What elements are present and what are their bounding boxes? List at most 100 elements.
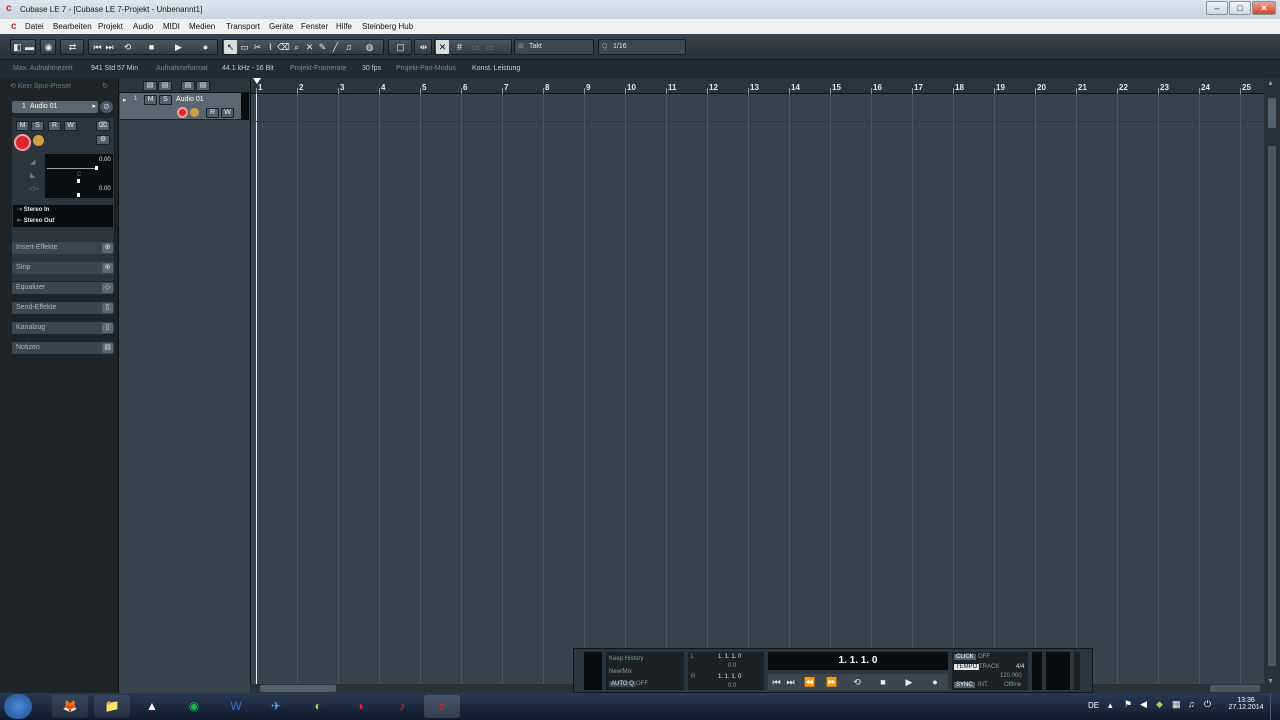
start-button[interactable] [4, 694, 32, 719]
range-select-tool-icon[interactable]: ▭ [238, 40, 251, 54]
vertical-scrollbar[interactable]: ▲ ▼ [1264, 78, 1280, 693]
horizontal-zoom-slider[interactable] [1210, 685, 1260, 692]
object-select-tool-icon[interactable]: ↖ [224, 40, 237, 54]
erase-tool-icon[interactable]: ⌫ [277, 40, 290, 54]
split-tool-icon[interactable]: ✂ [251, 40, 264, 54]
volume-slider[interactable] [47, 168, 97, 169]
menu-hilfe[interactable]: Hilfe [336, 22, 352, 31]
track-mute-button[interactable]: M [144, 95, 157, 105]
tray-speaker-icon[interactable]: ♫ [1188, 699, 1195, 709]
horizontal-scroll-thumb[interactable] [260, 685, 336, 692]
menu-transport[interactable]: Transport [226, 22, 260, 31]
pan-handle[interactable] [77, 179, 80, 183]
inspector-section-notes[interactable]: Notizen ▤ [12, 342, 114, 354]
track-row-audio-01[interactable]: ▸ 1 M S Audio 01 R W [120, 93, 249, 120]
quantize-dropdown[interactable]: Q 1/16 [598, 39, 686, 55]
output-routing[interactable]: ⇤ Stereo Out [13, 216, 113, 227]
stop-icon[interactable]: ■ [145, 40, 158, 54]
vlc-icon[interactable]: ▲ [134, 695, 170, 718]
left-locator-icon[interactable]: L [691, 654, 694, 660]
vertical-zoom-handle[interactable] [1268, 98, 1276, 128]
track-record-enable-icon[interactable] [177, 107, 188, 118]
draw-tool-icon[interactable]: ✎ [316, 40, 329, 54]
glue-tool-icon[interactable]: ⌇ [264, 40, 277, 54]
inspector-monitor-icon[interactable] [33, 135, 44, 146]
track-write-button[interactable]: W [221, 108, 234, 118]
inspector-write-button[interactable]: W [64, 121, 77, 131]
snap-mode-icon[interactable]: ✕ [436, 40, 449, 54]
tray-app-icon[interactable]: ◆ [1156, 699, 1163, 710]
inspector-solo-button[interactable]: S [31, 121, 44, 131]
track-list-view-icon[interactable]: ▤ [158, 81, 172, 91]
plane-app-icon[interactable]: ✈ [258, 695, 294, 718]
mute-tool-icon[interactable]: ✕ [303, 40, 316, 54]
delay-handle[interactable] [77, 193, 80, 197]
click-button[interactable]: CLICK [954, 654, 976, 660]
transport-play-icon[interactable]: ▶ [900, 675, 918, 689]
cycle-icon[interactable]: ⟲ [121, 40, 134, 54]
menu-steinberg-hub[interactable]: Steinberg Hub [362, 22, 413, 31]
show-desktop-button[interactable] [1270, 693, 1280, 720]
inspector-settings-icon[interactable]: ⚙ [96, 135, 110, 145]
clock[interactable]: 13:36 27.12.2014 [1226, 697, 1266, 711]
left-locator-value[interactable]: 1. 1. 1. 0 [718, 654, 741, 660]
menu-fenster[interactable]: Fenster [301, 22, 328, 31]
snap-grid-icon[interactable]: # [453, 40, 466, 54]
autoscroll-icon[interactable]: ⇹ [417, 40, 430, 54]
record-icon[interactable]: ● [199, 40, 212, 54]
cubase-taskbar-icon[interactable]: ᴄ [424, 695, 460, 718]
sends-icon[interactable]: ▯ [102, 303, 113, 313]
inspector-track-name[interactable]: 1 Audio 01 ▸ [12, 101, 98, 113]
guitar-app-icon[interactable]: ♪ [384, 695, 420, 718]
framerate-value[interactable]: 30 fps [362, 60, 381, 78]
inspector-section-strip[interactable]: Strip ⊕ [12, 262, 114, 274]
rewind-icon[interactable]: ⏪ [801, 675, 819, 689]
menu-geraete[interactable]: Geräte [269, 22, 293, 31]
green-app-icon[interactable]: ◐ [300, 695, 336, 718]
go-to-end-icon[interactable]: ⏭ [103, 40, 116, 54]
track-list-settings-icon[interactable]: ▤ [196, 81, 210, 91]
color-tool-icon[interactable]: ◍ [363, 40, 376, 54]
word-icon[interactable]: W [218, 695, 254, 718]
right-locator-icon[interactable]: R [691, 674, 695, 680]
auto-quantize-label[interactable]: AUTO Q [609, 681, 636, 687]
inspector-section-channel[interactable]: Kanalzug ▯ [12, 322, 114, 334]
maximize-button[interactable]: □ [1229, 1, 1251, 15]
snap-type-dropdown[interactable]: ⊞ Takt [514, 39, 594, 55]
tray-volume-icon[interactable]: ◀ [1140, 699, 1147, 710]
track-list-zoom-icon[interactable]: ▤ [143, 81, 157, 91]
tempo-button[interactable]: TEMPO [954, 664, 980, 670]
language-indicator[interactable]: DE [1088, 701, 1099, 710]
track-expand-icon[interactable]: ▸ [123, 96, 127, 104]
track-name[interactable]: Audio 01 [176, 96, 204, 103]
project-event-display[interactable]: 1 2 3 4 5 6 7 8 9 10 11 12 13 14 15 16 17 18 19 20 21 22 23 24 2… [250, 78, 1264, 684]
scroll-up-icon[interactable]: ▲ [1267, 80, 1274, 87]
tray-arrow-icon[interactable]: ▴ [1108, 700, 1113, 711]
firefox-icon[interactable]: 🦊 [52, 695, 88, 718]
transport-cycle-icon[interactable]: ⟲ [848, 675, 866, 689]
transport-go-start-icon[interactable]: ⏮ [770, 675, 783, 689]
color-palette-icon[interactable]: ▢ [394, 40, 407, 54]
track-solo-button[interactable]: S [159, 95, 172, 105]
tray-flag-icon[interactable]: ⚑ [1124, 699, 1132, 710]
input-routing[interactable]: ⇥ Stereo In [13, 205, 113, 216]
play-icon[interactable]: ▶ [172, 40, 185, 54]
pan-mode-value[interactable]: Konst. Leistung [472, 60, 520, 78]
inspector-edit-button[interactable]: ⌧ [96, 121, 110, 131]
tempo-value[interactable]: 120.000 [1000, 673, 1022, 679]
format-value[interactable]: 44.1 kHz - 16 Bit [222, 60, 274, 78]
track-list-mode-icon[interactable]: ▤ [181, 81, 195, 91]
tray-power-icon[interactable]: ⏻ [1204, 699, 1211, 710]
menu-audio[interactable]: Audio [133, 22, 153, 31]
explorer-icon[interactable]: 📁 [94, 695, 130, 718]
right-locator-value[interactable]: 1. 1. 1. 0 [718, 674, 741, 680]
inspector-record-enable-icon[interactable] [14, 134, 31, 151]
transport-stop-icon[interactable]: ■ [874, 675, 892, 689]
strip-power-icon[interactable]: ⊕ [102, 263, 113, 273]
ruler[interactable]: 1 2 3 4 5 6 7 8 9 10 11 12 13 14 15 16 17 18 19 20 21 22 23 24 2… [251, 78, 1264, 94]
position-display[interactable]: 1. 1. 1. 0 [768, 652, 948, 670]
channel-icon[interactable]: ▯ [102, 323, 113, 333]
cycle-mode-label[interactable]: New/Mix [609, 669, 632, 675]
menu-medien[interactable]: Medien [189, 22, 215, 31]
inspector-mute-button[interactable]: M [16, 121, 29, 131]
